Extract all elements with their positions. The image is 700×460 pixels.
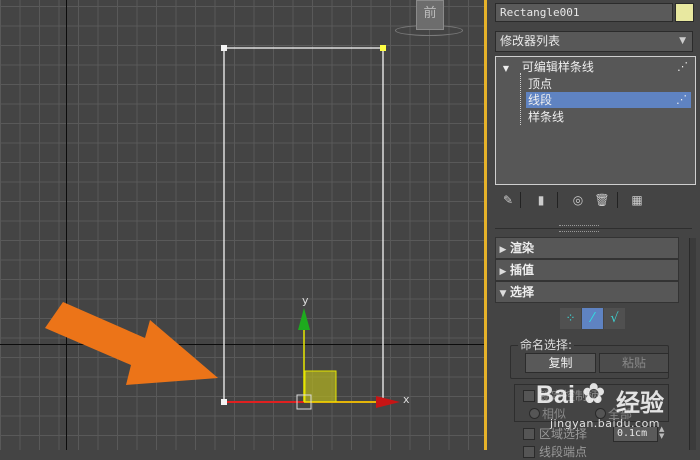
vertex-top-right — [380, 45, 386, 51]
pin-stack-icon[interactable]: ✎ — [500, 192, 516, 208]
stack-root-label: 可编辑样条线 — [521, 60, 594, 74]
object-name-field[interactable]: Rectangle001 — [495, 3, 673, 22]
show-end-result-icon: ⋰ — [676, 93, 687, 106]
panel-scrollbar[interactable] — [689, 238, 696, 450]
watermark-brand: Bai — [536, 381, 575, 409]
annotation-arrow — [45, 302, 218, 385]
watermark-url: jingyan.baidu.com — [550, 417, 661, 430]
gizmo-x-label: x — [403, 393, 410, 406]
paste-button[interactable]: 粘贴 — [599, 353, 669, 373]
toolbar-divider — [520, 192, 521, 208]
rollout-selection-label: 选择 — [510, 285, 535, 299]
gizmo-xy-plane — [304, 370, 337, 403]
copy-button[interactable]: 复制 — [525, 353, 596, 373]
segment-end-label: 线段端点 — [539, 445, 588, 459]
stack-item-spline[interactable]: 样条线 — [522, 109, 692, 125]
stack-item-vertex[interactable]: 顶点 — [522, 76, 692, 92]
show-end-result-toggle-icon[interactable]: ▮ — [533, 192, 549, 208]
segment-end-checkbox[interactable] — [523, 446, 535, 458]
paste-button-label: 粘贴 — [621, 356, 646, 370]
modifier-list-label: 修改器列表 — [500, 34, 561, 48]
object-name-value: Rectangle001 — [500, 6, 580, 19]
vertex-top-left — [221, 45, 227, 51]
stack-vertex-label: 顶点 — [528, 77, 553, 91]
stack-item-root[interactable]: ▼ 可编辑样条线 ⋰ — [497, 59, 692, 75]
viewport-front[interactable]: 前 y x — [0, 0, 487, 450]
lock-handles-checkbox[interactable] — [523, 390, 535, 402]
toolbar-divider — [617, 192, 618, 208]
collapse-icon: ▼ — [499, 289, 507, 299]
modifier-stack[interactable]: ▼ 可编辑样条线 ⋰ 顶点 线段 ⋰ 样条线 — [495, 56, 696, 185]
segment-mode-button[interactable]: ⁄ — [582, 308, 603, 329]
watermark: Bai ✿ 经验 jingyan.baidu.com — [536, 373, 686, 433]
gizmo-y-label: y — [302, 294, 309, 307]
gizmo-y-arrow — [298, 308, 310, 330]
rollout-interpolation-label: 插值 — [510, 263, 535, 277]
paw-icon: ✿ — [582, 377, 606, 410]
copy-button-label: 复制 — [548, 356, 573, 370]
expand-icon: ▶ — [499, 267, 507, 277]
scene-svg — [45, 45, 400, 410]
watermark-brand-2: 经验 — [616, 389, 664, 417]
stack-item-segment[interactable]: 线段 ⋰ — [526, 92, 691, 108]
named-selection-title: 命名选择: — [518, 336, 575, 353]
chevron-down-icon: ▼ — [679, 36, 686, 46]
modifier-list-dropdown[interactable]: 修改器列表 ▼ — [495, 31, 693, 52]
configure-modifier-sets-icon[interactable]: ▦ — [629, 192, 645, 208]
expand-icon: ▶ — [499, 245, 507, 255]
toolbar-divider — [557, 192, 558, 208]
gizmo-x-arrow — [376, 396, 400, 408]
show-end-result-icon: ⋰ — [677, 60, 688, 73]
vertex-mode-button[interactable]: ⁘ — [560, 308, 581, 329]
stack-spline-label: 样条线 — [528, 110, 565, 124]
collapse-triangle-icon: ▼ — [502, 64, 510, 73]
remove-modifier-icon[interactable]: 🗑 — [594, 192, 610, 208]
panel-divider-grip[interactable] — [559, 225, 599, 232]
rollout-selection[interactable]: ▼ 选择 — [495, 281, 679, 303]
rollout-interpolation[interactable]: ▶ 插值 — [495, 259, 679, 281]
object-color-swatch[interactable] — [675, 3, 694, 22]
rollout-rendering-label: 渲染 — [510, 241, 535, 255]
make-unique-icon[interactable]: ◎ — [570, 192, 586, 208]
rollout-rendering[interactable]: ▶ 渲染 — [495, 237, 679, 259]
vertex-bottom-left — [221, 399, 227, 405]
area-select-checkbox[interactable] — [523, 428, 535, 440]
stack-segment-label: 线段 — [528, 93, 553, 107]
spline-mode-button[interactable]: √ — [604, 308, 625, 329]
